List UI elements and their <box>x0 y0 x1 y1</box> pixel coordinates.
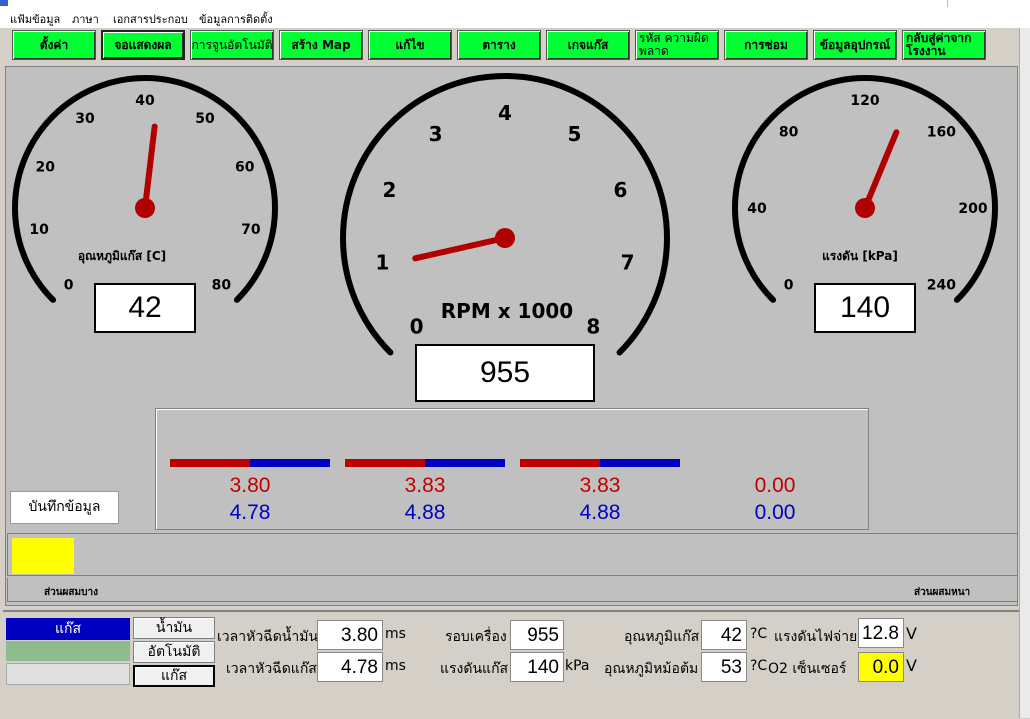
gas-pressure-label: แรงดันแก๊ส <box>440 661 509 677</box>
reducer-temp-unit: ?C <box>750 658 768 674</box>
pressure-tick-label: 240 <box>927 277 956 293</box>
reducer-temp-value: 53 <box>701 652 747 682</box>
temperature-tick-label: 50 <box>195 111 215 127</box>
temperature-tick-label: 30 <box>75 111 95 127</box>
mixture-bar <box>7 533 1018 576</box>
injector-2-petrol-bar <box>345 459 425 467</box>
reducer-temp-label: อุณหภูมิหม้อต้ม <box>604 661 699 677</box>
temperature-gauge: 0 10 20 30 40 50 60 70 80 อุณหภูมิแก๊ส [C] <box>12 75 278 303</box>
injector-2-gas-value: 4.88 <box>404 501 446 524</box>
temperature-gauge-label: อุณหภูมิแก๊ส [C] <box>78 249 166 264</box>
injector-3-gas-value: 4.88 <box>579 501 621 524</box>
voltage-value: 12.8 <box>858 618 904 648</box>
temperature-tick-label: 10 <box>29 222 49 238</box>
gas-injection-value: 4.78 <box>317 652 383 682</box>
gas-temp-label: อุณหภูมิแก๊ส <box>624 629 700 645</box>
temperature-tick-label: 80 <box>212 277 232 293</box>
rpm-tick-label: 6 <box>614 178 628 202</box>
pressure-needle-hub <box>855 198 875 218</box>
petrol-injection-label: เวลาหัวฉีดน้ำมัน <box>217 629 319 645</box>
gas-temp-value: 42 <box>701 620 747 650</box>
rpm-tick-label: 7 <box>621 250 635 274</box>
pressure-tick-label: 160 <box>927 125 956 141</box>
injector-4-gas-value: 0.00 <box>754 501 796 524</box>
rpm-readout: 955 <box>510 620 564 650</box>
injector-3-petrol-value: 3.83 <box>579 474 621 497</box>
gas-injection-label: เวลาหัวฉีดแก๊ส <box>226 661 317 677</box>
injector-2-petrol-value: 3.83 <box>404 474 446 497</box>
o2-sensor-value: 0.0 <box>858 652 904 682</box>
voltage-label: แรงดันไฟจ่าย <box>774 629 858 645</box>
gas-pressure-value: 140 <box>510 652 564 682</box>
gas-injection-unit: ms <box>385 658 406 674</box>
injector-1-gas-value: 4.78 <box>229 501 271 524</box>
pressure-tick-label: 200 <box>958 201 987 217</box>
pressure-tick-label: 0 <box>784 277 794 293</box>
injector-3-petrol-bar <box>520 459 600 467</box>
temperature-needle <box>142 123 158 211</box>
pressure-tick-label: 80 <box>779 125 799 141</box>
auto-mode-button[interactable]: อัตโนมัติ <box>133 641 215 663</box>
petrol-injection-unit: ms <box>385 626 406 642</box>
temperature-needle-hub <box>135 198 155 218</box>
gas-pressure-unit: kPa <box>565 658 590 674</box>
mixture-indicator <box>12 538 74 574</box>
rpm-gauge-label: RPM x 1000 <box>441 299 573 323</box>
temperature-tick-label: 70 <box>241 222 261 238</box>
pressure-gauge-label: แรงดัน [kPa] <box>822 249 898 263</box>
injector-1-petrol-bar <box>170 459 250 467</box>
petrol-injection-value: 3.80 <box>317 620 383 650</box>
rpm-needle <box>412 235 508 262</box>
injector-1-petrol-value: 3.80 <box>229 474 271 497</box>
pressure-tick-label: 40 <box>747 201 767 217</box>
rpm-tick-label: 0 <box>410 314 424 338</box>
rpm-tick-label: 3 <box>429 122 443 146</box>
rpm-needle-hub <box>495 228 515 248</box>
injector-2-gas-bar <box>425 459 505 467</box>
rpm-tick-label: 8 <box>586 314 600 338</box>
pressure-gauge: 0 40 80 120 160 200 240 แรงดัน [kPa] <box>732 75 998 303</box>
rpm-gauge: 0 1 2 3 4 5 6 7 8 RPM x 1000 <box>340 73 670 356</box>
pressure-tick-label: 120 <box>850 93 879 109</box>
injector-1-gas-bar <box>250 459 330 467</box>
rich-label: ส่วนผสมหนา <box>914 587 971 598</box>
temperature-tick-label: 60 <box>235 160 255 176</box>
fuel-status-switch <box>6 641 130 661</box>
injector-3-gas-bar <box>600 459 680 467</box>
voltage-unit: V <box>906 624 917 643</box>
rpm-tick-label: 5 <box>567 122 581 146</box>
o2-sensor-label: O2 เซ็นเซอร์ <box>768 661 847 677</box>
rpm-value: 955 <box>415 344 595 402</box>
pressure-needle <box>862 129 900 211</box>
rpm-tick-label: 2 <box>383 178 397 202</box>
rpm-tick-label: 4 <box>498 101 512 125</box>
gas-temp-unit: ?C <box>750 626 768 642</box>
vertical-scrollbar[interactable] <box>1019 28 1030 718</box>
temperature-value: 42 <box>94 283 196 333</box>
injector-4-petrol-value: 0.00 <box>754 474 796 497</box>
temperature-tick-label: 40 <box>135 93 155 109</box>
temperature-tick-label: 0 <box>64 277 74 293</box>
petrol-mode-button[interactable]: น้ำมัน <box>133 617 215 639</box>
save-data-button[interactable]: บันทึกข้อมูล <box>10 491 119 524</box>
lean-label: ส่วนผสมบาง <box>44 587 98 598</box>
gas-mode-button[interactable]: แก๊ส <box>133 665 215 687</box>
pressure-arc <box>732 75 998 303</box>
o2-sensor-unit: V <box>906 656 917 675</box>
fuel-status-blank <box>6 663 130 685</box>
rpm-label: รอบเครื่อง <box>445 629 507 645</box>
temperature-tick-label: 20 <box>35 160 55 176</box>
rpm-tick-label: 1 <box>375 250 389 274</box>
pressure-value: 140 <box>814 283 916 333</box>
fuel-status-gas: แก๊ส <box>6 618 130 640</box>
mixture-scale <box>7 578 1018 602</box>
